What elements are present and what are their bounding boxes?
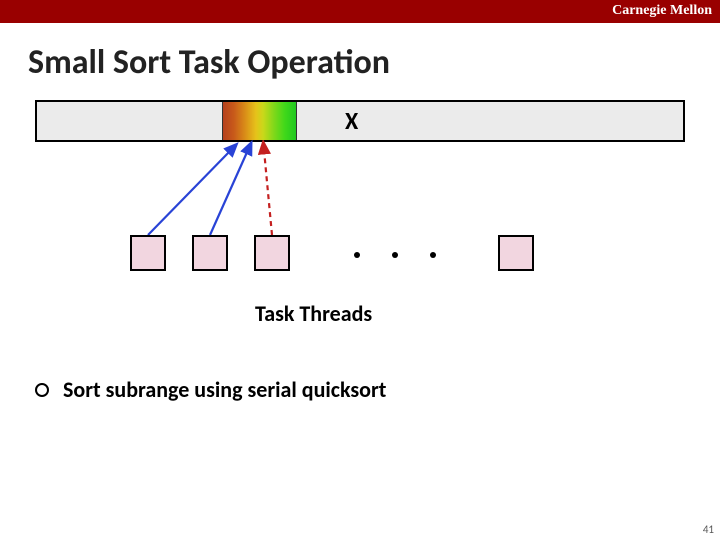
ellipsis-dot — [354, 252, 360, 258]
bullet-row: Sort subrange using serial quicksort — [35, 376, 386, 403]
slide-title: Small Sort Task Operation — [28, 42, 390, 83]
header-org: Carnegie Mellon — [612, 3, 712, 19]
task-thread-box — [130, 235, 166, 271]
task-thread-box — [254, 235, 290, 271]
thread-arrows — [0, 140, 720, 250]
array-outline — [35, 100, 685, 142]
array-label: X — [345, 107, 358, 136]
bullet-text: Sort subrange using serial quicksort — [63, 376, 386, 403]
task-thread-box — [192, 235, 228, 271]
task-thread-box — [498, 235, 534, 271]
ellipsis-dot — [430, 252, 436, 258]
page-number: 41 — [703, 523, 714, 536]
threads-label: Task Threads — [255, 300, 372, 327]
array-sorted-subrange — [222, 102, 297, 140]
ellipsis-dot — [392, 252, 398, 258]
bullet-icon — [35, 383, 49, 397]
